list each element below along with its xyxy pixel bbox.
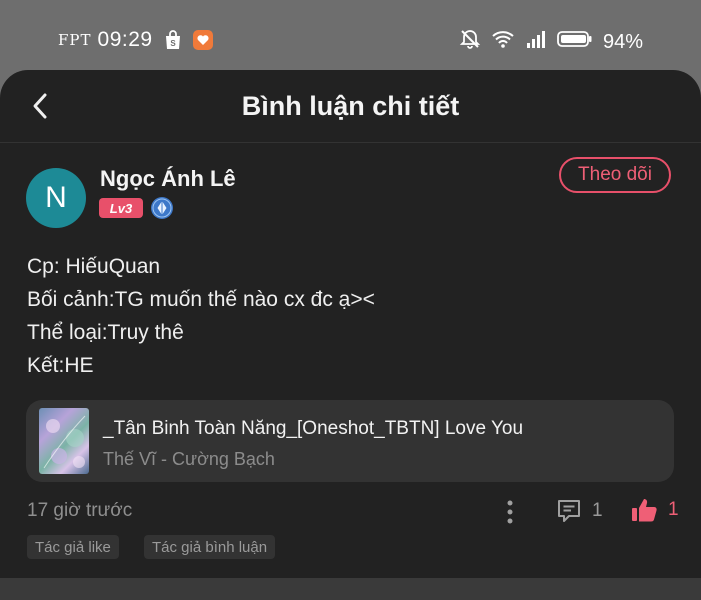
status-bar-right: 94% (459, 28, 643, 56)
carrier-label: FPT (58, 31, 92, 49)
comment-icon (558, 500, 580, 522)
comment-line: Thể loại:Truy thê (27, 321, 184, 344)
reply-button[interactable]: 1 (555, 497, 603, 525)
section-divider (0, 578, 701, 600)
header: Bình luận chi tiết (0, 70, 701, 143)
svg-text:S: S (170, 39, 176, 48)
comment-text: Cp: HiếuQuan Bối cảnh:TG muốn thế nào cx… (27, 250, 667, 382)
more-vertical-icon (507, 500, 513, 524)
clock: 09:29 (97, 28, 153, 51)
like-count: 1 (668, 499, 679, 520)
follow-button[interactable]: Theo dõi (559, 157, 671, 193)
battery-icon (557, 29, 593, 55)
shopping-bag-icon: S (163, 30, 183, 50)
username[interactable]: Ngọc Ánh Lê (100, 166, 236, 192)
heart-app-icon (192, 30, 213, 50)
book-cover-image (39, 408, 89, 474)
status-bar: FPT 09:29 S 94% (0, 0, 701, 70)
battery-percent: 94% (602, 30, 643, 53)
avatar[interactable]: N (26, 168, 86, 228)
author-commented-tag: Tác giả bình luận (144, 535, 276, 559)
author-liked-tag: Tác giả like (27, 535, 119, 559)
like-button[interactable]: 1 (630, 496, 679, 524)
timestamp: 17 giờ trước (27, 500, 133, 521)
comment-line: Kết:HE (27, 354, 94, 377)
vip-diamond-icon (150, 196, 174, 220)
status-bar-left: FPT 09:29 S (58, 28, 213, 52)
page-title: Bình luận chi tiết (241, 91, 460, 121)
more-options-button[interactable] (500, 498, 520, 526)
comment-detail-sheet: Bình luận chi tiết N Ngọc Ánh Lê Lv3 The… (0, 70, 701, 600)
comment-line: Cp: HiếuQuan (27, 255, 161, 278)
level-badge: Lv3 (99, 198, 143, 218)
book-author: Thế Vĩ - Cường Bạch (103, 449, 275, 469)
book-card[interactable]: _Tân Binh Toàn Năng_[Oneshot_TBTN] Love … (26, 400, 674, 482)
wifi-icon (491, 29, 515, 55)
thumbs-up-icon (632, 499, 657, 522)
bell-off-icon (459, 28, 481, 56)
comment-line: Bối cảnh:TG muốn thế nào cx đc ạ>< (27, 288, 375, 311)
reply-count: 1 (592, 500, 603, 521)
signal-icon (525, 29, 547, 55)
book-title: _Tân Binh Toàn Năng_[Oneshot_TBTN] Love … (103, 418, 524, 439)
